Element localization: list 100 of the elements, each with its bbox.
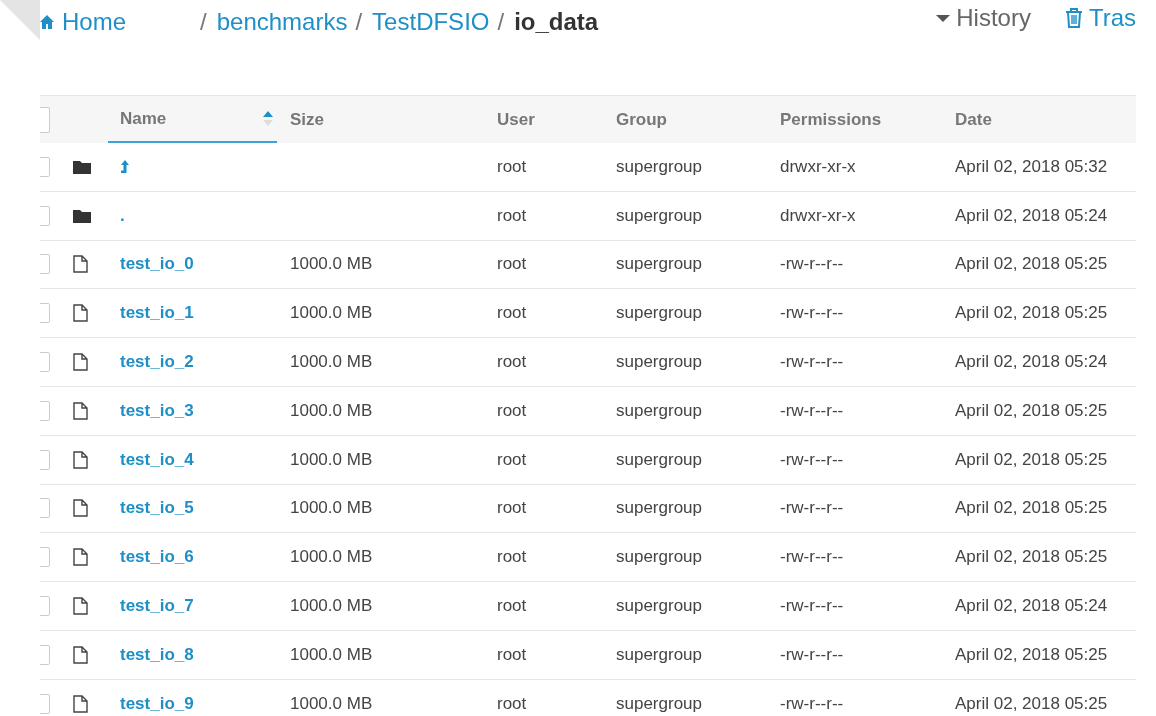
table-cell: root	[497, 303, 527, 324]
table-cell: supergroup	[616, 498, 702, 519]
table-cell: April 02, 2018 05:24	[955, 352, 1108, 373]
table-cell: -rw-r--r--	[780, 644, 844, 665]
table-cell: drwxr-xr-x	[780, 205, 856, 226]
column-header[interactable]: Size	[290, 96, 325, 143]
table-cell: April 02, 2018 05:24	[955, 205, 1108, 226]
table-cell: supergroup	[616, 644, 702, 665]
table-cell: -rw-r--r--	[780, 596, 844, 617]
table-cell: root	[497, 596, 527, 617]
table-cell: supergroup	[616, 205, 702, 226]
table-cell: 1000.0 MB	[290, 254, 373, 275]
table-cell: root	[497, 400, 527, 421]
file-icon	[73, 255, 88, 274]
table-cell: 1000.0 MB	[290, 596, 373, 617]
table-cell: -rw-r--r--	[780, 547, 844, 568]
file-name-link[interactable]: test_io_5	[120, 498, 194, 519]
table-cell: April 02, 2018 05:25	[955, 449, 1108, 470]
file-name-link[interactable]: test_io_4	[120, 449, 194, 470]
table-cell: root	[497, 254, 527, 275]
table-cell: root	[497, 352, 527, 373]
file-name-link[interactable]: test_io_2	[120, 352, 194, 373]
current-folder: io_data	[514, 8, 599, 36]
table-cell: 1000.0 MB	[290, 400, 373, 421]
home-icon	[40, 13, 54, 31]
column-header[interactable]: Permissions	[780, 96, 882, 143]
table-cell: supergroup	[616, 352, 702, 373]
table-cell: -rw-r--r--	[780, 449, 844, 470]
table-cell: supergroup	[616, 693, 702, 714]
table-cell: April 02, 2018 05:25	[955, 303, 1108, 324]
table-cell: April 02, 2018 05:24	[955, 596, 1108, 617]
file-name-link[interactable]: test_io_1	[120, 303, 194, 324]
breadcrumb-separator: /	[497, 8, 505, 36]
table-cell: -rw-r--r--	[780, 400, 844, 421]
file-icon	[73, 499, 88, 518]
file-name-link[interactable]: .	[120, 205, 125, 226]
table-cell: root	[497, 644, 527, 665]
column-header[interactable]: User	[497, 96, 535, 143]
table-cell: -rw-r--r--	[780, 498, 844, 519]
breadcrumb-link[interactable]: benchmarks	[216, 8, 348, 36]
table-cell: root	[497, 205, 527, 226]
column-header[interactable]: Group	[616, 96, 667, 143]
file-name-link[interactable]: test_io_3	[120, 400, 194, 421]
table-cell: April 02, 2018 05:25	[955, 644, 1108, 665]
table-cell: root	[497, 156, 527, 177]
table-cell: root	[497, 498, 527, 519]
file-icon	[73, 304, 88, 323]
column-header[interactable]: Name	[108, 96, 277, 143]
table-cell: -rw-r--r--	[780, 693, 844, 714]
file-name-link[interactable]: test_io_8	[120, 644, 194, 665]
table-cell: supergroup	[616, 156, 702, 177]
table-cell: supergroup	[616, 547, 702, 568]
table-cell: supergroup	[616, 449, 702, 470]
table-cell: -rw-r--r--	[780, 254, 844, 275]
table-cell: -rw-r--r--	[780, 303, 844, 324]
table-cell: April 02, 2018 05:25	[955, 400, 1108, 421]
caret-icon	[936, 13, 951, 23]
trash-link[interactable]: Tras	[1064, 4, 1136, 32]
table-cell: April 02, 2018 05:25	[955, 498, 1108, 519]
file-icon	[73, 450, 88, 469]
sort-icon	[263, 109, 273, 128]
file-name-link[interactable]: test_io_6	[120, 547, 194, 568]
table-cell: -rw-r--r--	[780, 352, 844, 373]
file-name-link[interactable]: test_io_7	[120, 596, 194, 617]
home-link[interactable]: Home	[40, 8, 127, 36]
table-cell: 1000.0 MB	[290, 693, 373, 714]
breadcrumb-separator: /	[355, 8, 363, 36]
table-cell: supergroup	[616, 303, 702, 324]
table-cell: root	[497, 693, 527, 714]
table-cell: root	[497, 547, 527, 568]
file-icon	[73, 597, 88, 616]
table-cell: supergroup	[616, 400, 702, 421]
file-icon	[73, 401, 88, 420]
table-cell: 1000.0 MB	[290, 547, 373, 568]
table-cell: April 02, 2018 05:25	[955, 254, 1108, 275]
file-icon	[73, 353, 88, 372]
table-cell: 1000.0 MB	[290, 303, 373, 324]
file-name-link[interactable]: test_io_9	[120, 693, 194, 714]
column-header[interactable]: Date	[955, 96, 992, 143]
file-icon	[73, 645, 88, 664]
up-arrow-icon[interactable]	[120, 158, 130, 175]
table-cell: drwxr-xr-x	[780, 156, 856, 177]
table-cell: 1000.0 MB	[290, 498, 373, 519]
table-cell: root	[497, 449, 527, 470]
table-cell: supergroup	[616, 254, 702, 275]
trash-icon	[1064, 7, 1083, 29]
file-name-link[interactable]: test_io_0	[120, 254, 194, 275]
folder-icon	[73, 208, 91, 223]
table-cell: April 02, 2018 05:32	[955, 156, 1108, 177]
file-icon	[73, 694, 88, 713]
corner-fold-shape	[0, 0, 40, 40]
table-cell: 1000.0 MB	[290, 352, 373, 373]
breadcrumb-separator: /	[200, 8, 207, 36]
table-cell: supergroup	[616, 596, 702, 617]
breadcrumb-link[interactable]: TestDFSIO	[372, 8, 490, 36]
history-toggle[interactable]: History	[936, 4, 1031, 32]
folder-icon	[73, 159, 91, 174]
table-cell: 1000.0 MB	[290, 644, 373, 665]
table-cell: April 02, 2018 05:25	[955, 693, 1108, 714]
table-cell: April 02, 2018 05:25	[955, 547, 1108, 568]
